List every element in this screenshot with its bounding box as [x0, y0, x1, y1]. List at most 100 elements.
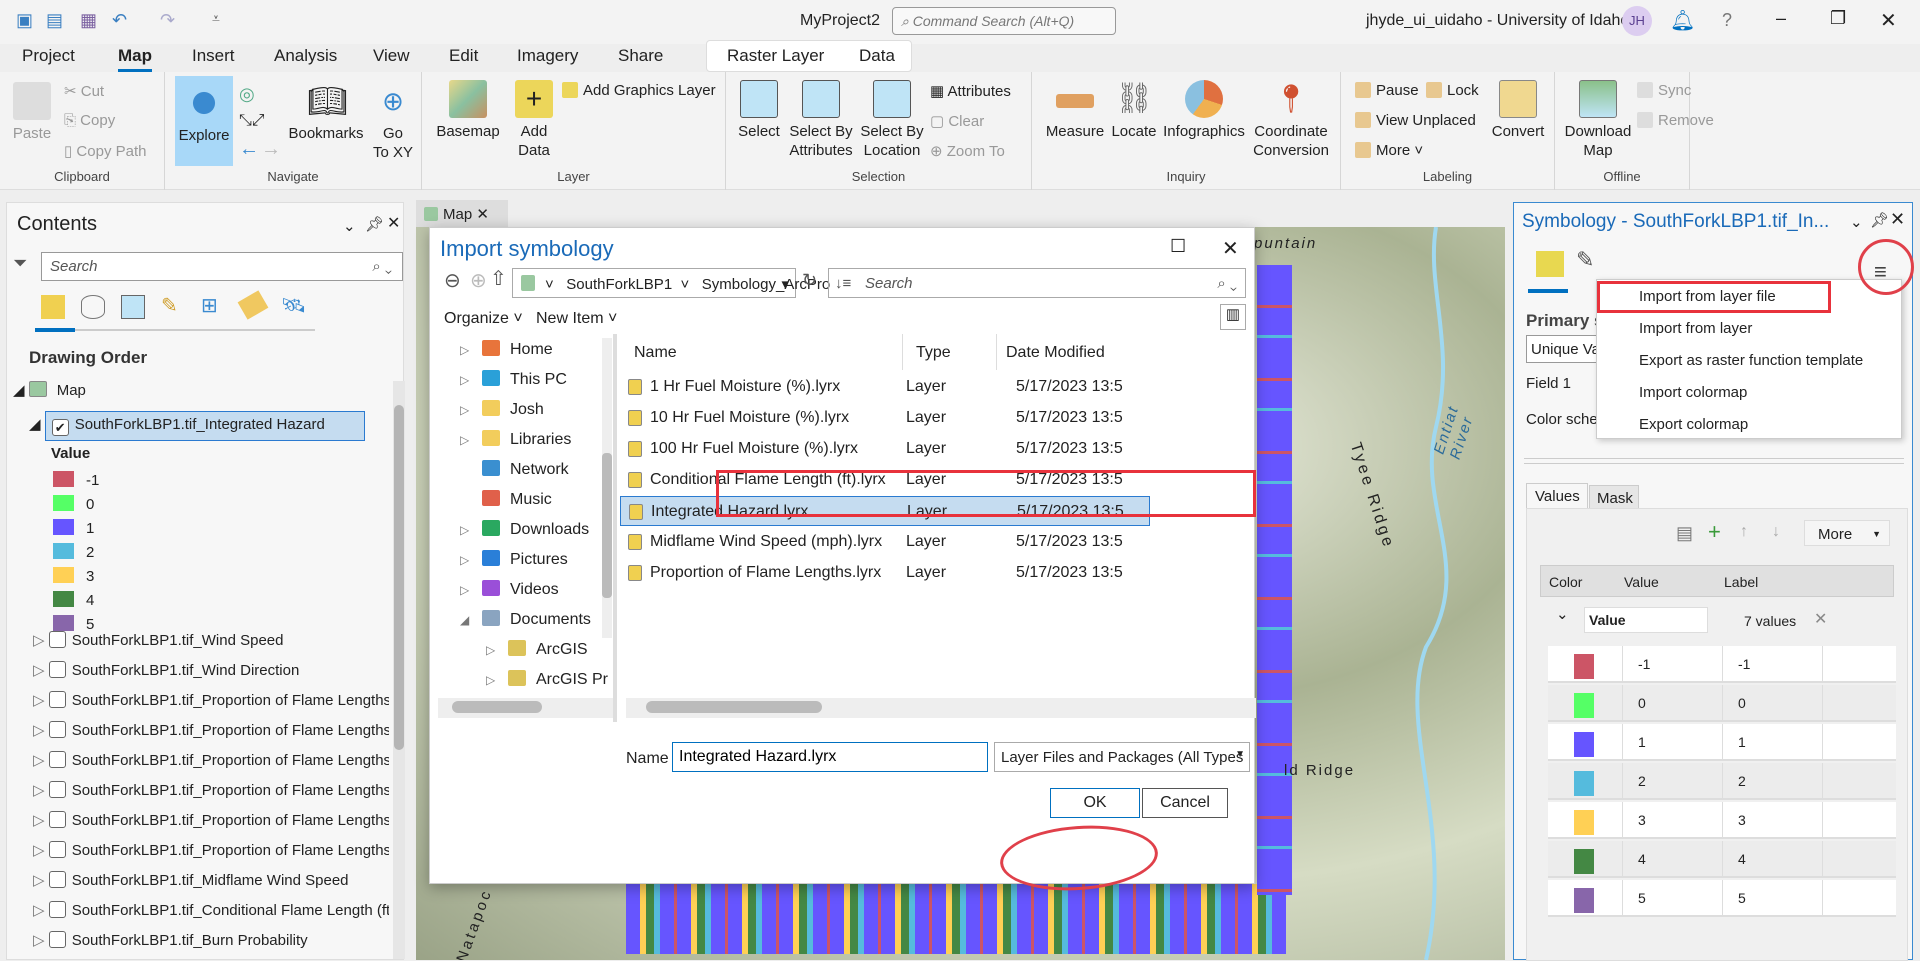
layer-item[interactable]: ▷ SouthForkLBP1.tif_Proportion of Flame … — [33, 841, 389, 871]
class-label[interactable]: 0 — [1738, 695, 1746, 711]
coordinate-conversion-button[interactable]: 📍︎ Coordinate Conversion — [1248, 80, 1334, 160]
convert-button[interactable]: Convert — [1487, 80, 1549, 141]
nav-item[interactable]: ▷ Videos — [460, 580, 559, 610]
maximize-icon[interactable]: ☐ — [1170, 236, 1186, 257]
layer-checkbox[interactable] — [48, 751, 66, 768]
collapsed-triangle-icon[interactable]: ▷ — [33, 722, 49, 739]
color-swatch[interactable] — [1574, 732, 1594, 757]
more-labeling-button[interactable]: More ˅ — [1355, 142, 1423, 159]
view-unplaced-button[interactable]: View Unplaced — [1355, 112, 1476, 129]
nav-hscrollbar[interactable] — [438, 698, 614, 718]
color-swatch[interactable] — [1574, 771, 1594, 796]
collapsed-triangle-icon[interactable]: ▷ — [33, 632, 49, 649]
column-date-modified[interactable]: Date Modified — [1006, 344, 1105, 362]
nav-item[interactable]: Music — [460, 490, 552, 520]
bookmarks-button[interactable]: 📖︎ Bookmarks — [285, 82, 367, 143]
file-row[interactable]: 1 Hr Fuel Moisture (%).lyrx Layer 5/17/202… — [620, 372, 1150, 402]
add-data-button[interactable]: + Add Data — [508, 80, 560, 160]
group-heading-input[interactable]: Value — [1584, 607, 1708, 633]
vary-symbology-icon[interactable]: ✎ — [1576, 247, 1594, 273]
symbol-class-row[interactable]: 33 — [1548, 802, 1896, 839]
nav-item[interactable]: ▷ Libraries — [460, 430, 571, 460]
file-row[interactable]: Midflame Wind Speed (mph).lyrx Layer 5/17/… — [620, 527, 1150, 557]
fixed-zoom-icon[interactable]: ⤡⤢ — [239, 112, 265, 130]
layer-item[interactable]: ▷ SouthForkLBP1.tif_Midflame Wind Speed — [33, 871, 389, 901]
contents-scrollbar[interactable] — [393, 381, 405, 959]
organize-menu[interactable]: Organize ˅ — [444, 310, 523, 328]
nav-item[interactable]: Network — [460, 460, 569, 490]
collapsed-triangle-icon[interactable]: ▷ — [33, 872, 49, 889]
notification-bell-icon[interactable]: 🔔︎ — [1670, 8, 1695, 33]
layer-item[interactable]: ▷ SouthForkLBP1.tif_Proportion of Flame … — [33, 781, 389, 811]
class-label[interactable]: 5 — [1738, 890, 1746, 906]
editing-icon[interactable]: ✎ — [161, 293, 178, 318]
expand-icon[interactable]: ▷ — [460, 343, 482, 357]
contents-search-input[interactable]: Search ⌕ ⌄ — [41, 252, 403, 281]
color-swatch[interactable] — [1574, 810, 1594, 835]
remove-button[interactable]: Remove — [1637, 112, 1714, 129]
avatar[interactable]: JH — [1622, 6, 1652, 36]
move-up-icon[interactable]: ↑ — [1740, 523, 1748, 541]
command-search-input[interactable]: ⌕ Command Search (Alt+Q) — [892, 7, 1116, 35]
menu-item[interactable]: Import from layer — [1639, 320, 1752, 337]
color-swatch[interactable] — [1574, 693, 1594, 718]
tab-map[interactable]: Map — [118, 46, 152, 72]
layer-checkbox[interactable] — [48, 931, 66, 948]
layer-checkbox[interactable] — [48, 871, 66, 888]
new-project-icon[interactable]: ▣ — [16, 10, 33, 31]
expand-icon[interactable]: ◢ — [460, 613, 482, 627]
symbol-class-row[interactable]: 00 — [1548, 685, 1896, 722]
layer-item[interactable]: ▷ SouthForkLBP1.tif_Burn Probability — [33, 931, 389, 961]
save-icon[interactable]: ▦ — [80, 10, 97, 31]
attributes-button[interactable]: ▦ Attributes — [930, 82, 1011, 100]
menu-item[interactable]: Export colormap — [1639, 416, 1748, 433]
tab-share[interactable]: Share — [618, 46, 663, 66]
pause-button[interactable]: Pause — [1355, 82, 1419, 99]
view-options-icon[interactable]: ▥ — [1220, 304, 1246, 330]
new-item-menu[interactable]: New Item ˅ — [536, 310, 617, 328]
file-row[interactable]: 100 Hr Fuel Moisture (%).lyrx Layer 5/17/2… — [620, 434, 1150, 464]
layer-item[interactable]: ▷ SouthForkLBP1.tif_Conditional Flame Le… — [33, 901, 389, 931]
clear-button[interactable]: ▢ Clear — [930, 112, 984, 130]
class-label[interactable]: 2 — [1738, 773, 1746, 789]
expand-icon[interactable]: ▷ — [460, 373, 482, 387]
labeling-icon[interactable] — [237, 290, 269, 320]
paste-button[interactable]: Paste — [10, 82, 54, 143]
collapsed-triangle-icon[interactable]: ▷ — [33, 902, 49, 919]
explore-button[interactable]: Explore — [175, 76, 233, 166]
copy-button[interactable]: ⎘ Copy — [64, 112, 115, 129]
remove-group-icon[interactable]: ✕ — [1814, 609, 1827, 629]
nav-item[interactable]: ▷ Home — [460, 340, 553, 370]
move-down-icon[interactable]: ↓ — [1772, 523, 1780, 541]
symbol-class-row[interactable]: 55 — [1548, 880, 1896, 917]
sync-button[interactable]: Sync — [1637, 82, 1691, 99]
close-pane-icon[interactable]: ✕ — [1890, 209, 1905, 230]
forward-icon[interactable]: ⊕ — [470, 268, 487, 293]
expand-icon[interactable]: ▷ — [486, 673, 508, 687]
back-icon[interactable]: ⊖ — [444, 268, 461, 293]
symbol-class-row[interactable]: -1 -1 — [1548, 646, 1896, 683]
expand-icon[interactable]: ▷ — [460, 523, 482, 537]
nav-item[interactable]: ▷ Pictures — [460, 550, 568, 580]
undo-icon[interactable]: ↶ — [112, 10, 127, 31]
ok-button[interactable]: OK — [1050, 788, 1140, 818]
symbol-class-row[interactable]: 11 — [1548, 724, 1896, 761]
measure-button[interactable]: Measure — [1042, 80, 1108, 141]
layer-checkbox[interactable] — [48, 691, 66, 708]
tab-edit[interactable]: Edit — [449, 46, 478, 66]
class-label[interactable]: 1 — [1738, 734, 1746, 750]
layer-item[interactable]: ▷ SouthForkLBP1.tif_Proportion of Flame … — [33, 721, 389, 751]
customize-qat-icon[interactable]: ⩡ — [212, 10, 220, 27]
add-all-values-icon[interactable]: ▤ — [1676, 523, 1693, 544]
file-row[interactable]: 10 Hr Fuel Moisture (%).lyrx Layer 5/17/20… — [620, 403, 1150, 433]
expand-icon[interactable]: ▷ — [460, 553, 482, 567]
breadcrumb-item[interactable]: SouthForkLBP1 — [566, 276, 672, 293]
infographics-button[interactable]: Infographics — [1160, 80, 1248, 141]
pane-splitter[interactable] — [1524, 458, 1904, 464]
renderer-select[interactable]: Unique Val — [1526, 335, 1606, 363]
layer-item[interactable]: ▷ SouthForkLBP1.tif_Wind Speed — [33, 631, 389, 661]
nav-item[interactable]: ◢ Documents — [460, 610, 591, 640]
primary-symbology-icon[interactable] — [1536, 251, 1564, 277]
snapping-icon[interactable]: ⊞ — [201, 293, 218, 318]
splitter[interactable] — [613, 334, 617, 722]
